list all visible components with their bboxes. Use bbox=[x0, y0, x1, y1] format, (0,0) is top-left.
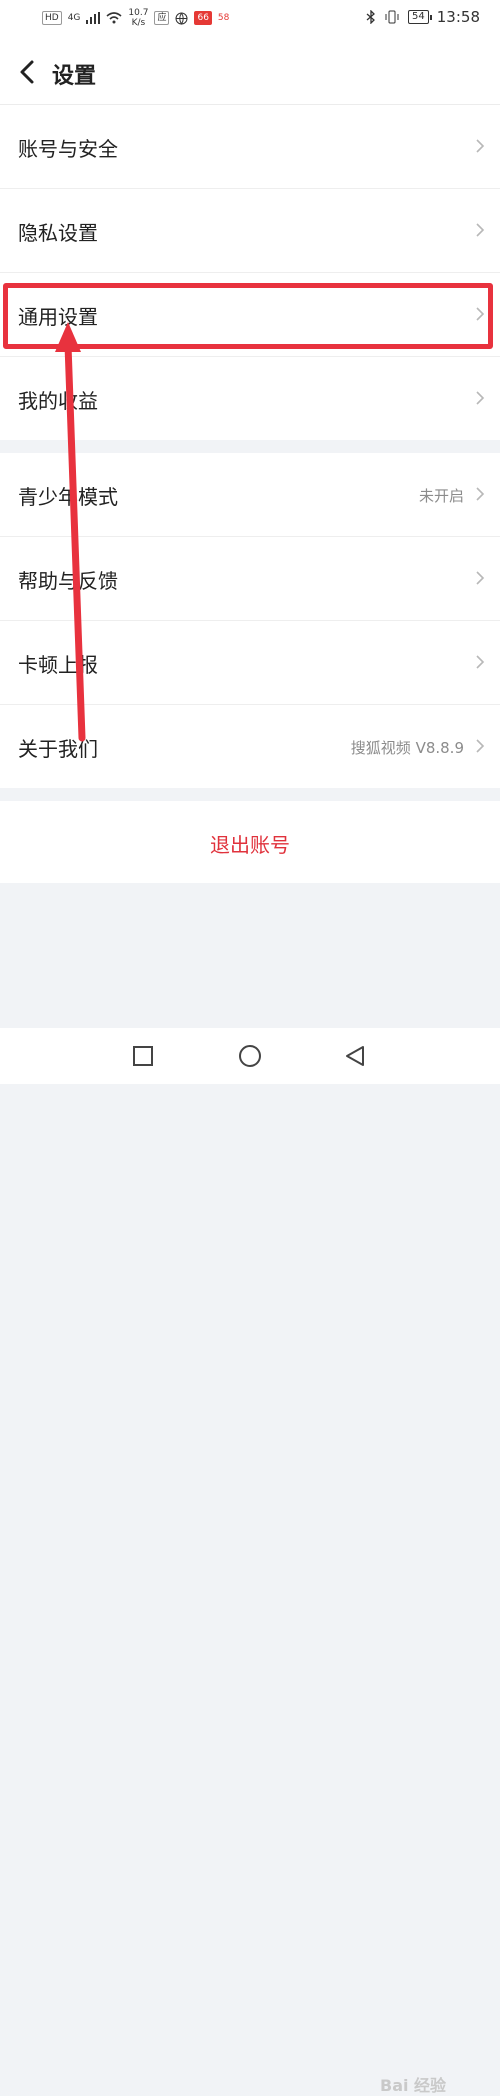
chevron-right-icon bbox=[476, 391, 485, 405]
chevron-right-icon bbox=[476, 655, 485, 669]
row-value: 未开启 bbox=[418, 487, 464, 505]
settings-row-earnings[interactable]: 我的收益 bbox=[0, 357, 500, 440]
status-right: 54 13:58 bbox=[366, 8, 480, 26]
network-speed: 10.7 K/s bbox=[128, 8, 148, 28]
settings-row-help-feedback[interactable]: 帮助与反馈 bbox=[0, 537, 500, 621]
annotation-highlight-box bbox=[3, 283, 493, 349]
speed-value: 10.7 bbox=[128, 8, 149, 18]
settings-group-1: 账号与安全 隐私设置 通用设置 我的收益 bbox=[0, 105, 500, 440]
app-header: 设置 bbox=[0, 40, 500, 105]
chevron-right-icon bbox=[476, 139, 485, 153]
app-badge-2: 66 bbox=[194, 11, 212, 25]
page-title: 设置 bbox=[52, 64, 97, 89]
logout-button[interactable]: 退出账号 bbox=[0, 801, 500, 883]
settings-row-teen-mode[interactable]: 青少年模式 未开启 bbox=[0, 453, 500, 537]
bluetooth-icon bbox=[366, 10, 375, 24]
signal-icon bbox=[86, 12, 101, 24]
row-label: 卡顿上报 bbox=[18, 653, 98, 677]
back-arrow-icon[interactable] bbox=[16, 56, 40, 88]
logout-label: 退出账号 bbox=[210, 833, 290, 857]
chevron-right-icon bbox=[476, 223, 485, 237]
row-label: 帮助与反馈 bbox=[18, 569, 118, 593]
row-label: 隐私设置 bbox=[18, 221, 98, 245]
chevron-right-icon bbox=[476, 571, 485, 585]
settings-row-account-security[interactable]: 账号与安全 bbox=[0, 105, 500, 189]
settings-row-lag-report[interactable]: 卡顿上报 bbox=[0, 621, 500, 705]
settings-row-about-us[interactable]: 关于我们 搜狐视频 V8.8.9 bbox=[0, 705, 500, 788]
app-badge-1: 应 bbox=[154, 11, 170, 25]
settings-row-privacy[interactable]: 隐私设置 bbox=[0, 189, 500, 273]
row-label: 账号与安全 bbox=[18, 137, 118, 161]
clock: 13:58 bbox=[436, 8, 480, 26]
chevron-right-icon bbox=[476, 487, 485, 501]
recent-apps-icon[interactable] bbox=[132, 1045, 154, 1067]
vibrate-icon bbox=[385, 10, 399, 24]
system-navigation-bar: Bai 经验 bbox=[0, 1028, 500, 2095]
settings-group-2: 青少年模式 未开启 帮助与反馈 卡顿上报 关于我们 搜狐视频 V8.8.9 bbox=[0, 453, 500, 788]
app-badge-3: 58 bbox=[217, 13, 230, 23]
wifi-icon bbox=[106, 12, 122, 24]
row-label: 我的收益 bbox=[18, 389, 98, 413]
globe-icon bbox=[175, 12, 188, 25]
hd-icon: HD bbox=[42, 11, 62, 25]
status-left: HD 4G 10.7 K/s 应 66 58 bbox=[42, 8, 229, 28]
row-label: 青少年模式 bbox=[18, 485, 118, 509]
home-icon[interactable] bbox=[238, 1045, 262, 1069]
battery-icon: 54 bbox=[408, 10, 432, 24]
back-nav-icon[interactable] bbox=[344, 1045, 366, 1067]
watermark: Bai 经验 bbox=[380, 2076, 447, 2095]
chevron-right-icon bbox=[476, 739, 485, 753]
row-value: 搜狐视频 V8.8.9 bbox=[350, 739, 464, 757]
row-label: 关于我们 bbox=[18, 737, 98, 761]
speed-unit: K/s bbox=[131, 18, 146, 28]
network-type: 4G bbox=[67, 13, 81, 23]
status-bar: HD 4G 10.7 K/s 应 66 58 54 13:58 bbox=[0, 0, 500, 40]
